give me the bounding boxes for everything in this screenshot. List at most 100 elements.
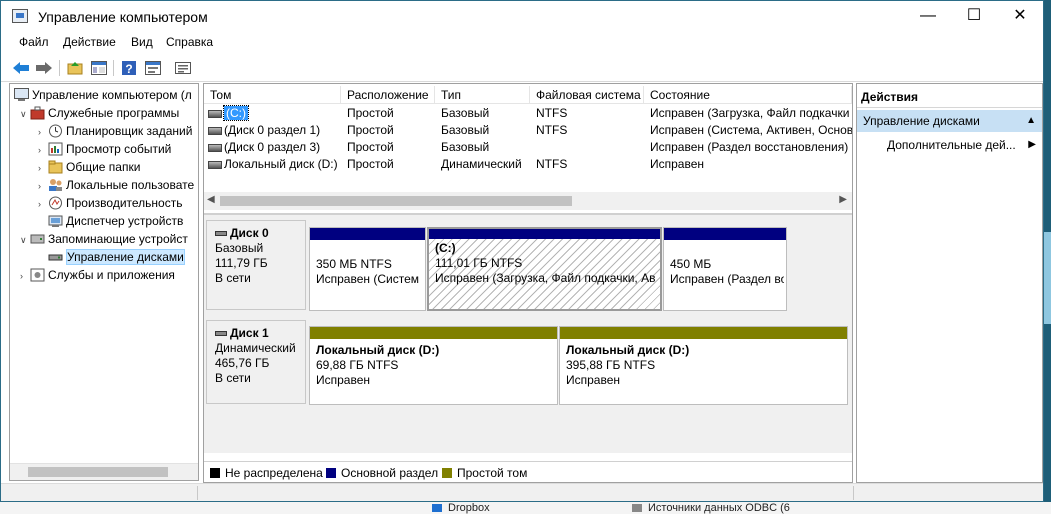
chevron-right-icon[interactable]: › [38,141,48,159]
status-divider [853,486,854,500]
tree-item-services-apps[interactable]: › Службы и приложения [20,266,175,284]
volume-row[interactable]: (Диск 0 раздел 3) Простой Базовый Исправ… [204,139,852,156]
odbc-shortcut[interactable]: Источники данных ODBC (6 [632,502,812,514]
menu-help[interactable]: Справка [166,35,213,49]
volume-status: Исправен (Система, Активен, Основ [650,123,852,137]
properties-icon[interactable] [143,58,163,78]
scroll-right-icon[interactable]: ▶ [839,194,847,205]
volume-icon [208,143,222,152]
disk-1-partition-2[interactable]: Локальный диск (D:) 395,88 ГБ NTFS Испра… [559,326,848,405]
title-bar[interactable]: Управление компьютером — ☐ ✕ [1,1,1043,32]
primary-partition-bar [664,228,786,240]
device-manager-icon [48,214,63,228]
tree-item-root[interactable]: Управление компьютером (л [14,86,192,104]
tree-item-event-viewer[interactable]: › Просмотр событий [38,140,171,158]
chevron-right-icon[interactable]: › [38,195,48,213]
actions-pane: Действия Управление дисками ▲ Дополнител… [856,83,1043,483]
volume-status: Исправен (Загрузка, Файл подкачки [650,106,850,120]
disk-0-partition-3[interactable]: 450 МБ Исправен (Раздел во [663,227,787,311]
tree-item-storage[interactable]: ∨ Запоминающие устройст [20,230,188,248]
more-actions-item[interactable]: Дополнительные дей... ▶ [857,135,1042,155]
chevron-down-icon[interactable]: ∨ [20,105,30,123]
tree-item-performance[interactable]: › Производительность [38,194,182,212]
menu-view[interactable]: Вид [131,35,153,49]
disk-1-label[interactable]: Диск 1 Динамический 465,76 ГБ В сети [206,320,306,404]
disk-1-partition-1[interactable]: Локальный диск (D:) 69,88 ГБ NTFS Исправ… [309,326,558,405]
disk-management-icon [48,250,63,264]
dropbox-shortcut[interactable]: Dropbox [432,502,522,514]
volume-layout: Простой [347,157,394,171]
toolbox-icon [30,106,45,120]
menu-file[interactable]: Файл [19,35,49,49]
tree-item-shared-folders[interactable]: › Общие папки [38,158,140,176]
column-file-system[interactable]: Файловая система [530,86,644,104]
primary-partition-bar [310,228,425,240]
back-icon[interactable] [11,58,31,78]
status-divider [197,486,198,500]
desktop-background [1044,0,1051,514]
computer-management-icon [12,9,28,23]
scroll-thumb[interactable] [220,196,572,206]
volume-type: Динамический [441,157,522,171]
tree-horizontal-scrollbar[interactable] [10,463,198,480]
export-list-icon[interactable] [173,58,193,78]
menu-action[interactable]: Действие [63,35,116,49]
disk-icon [215,331,227,337]
volume-row[interactable]: Локальный диск (D:) Простой Динамический… [204,156,852,173]
chevron-right-icon[interactable]: › [38,159,48,177]
legend-swatch [442,467,452,478]
volume-status: Исправен (Раздел восстановления) [650,140,849,154]
chevron-right-icon[interactable]: › [38,177,48,195]
help-icon[interactable]: ? [119,58,139,78]
minimize-button[interactable]: — [905,1,951,32]
column-layout[interactable]: Расположение [341,86,435,104]
submenu-arrow-icon: ▶ [1028,139,1036,150]
menu-bar: Файл Действие Вид Справка [1,32,1043,54]
maximize-button[interactable]: ☐ [951,1,997,32]
disk-0-partition-1[interactable]: 350 МБ NTFS Исправен (Систем [309,227,426,311]
legend-swatch [326,467,336,478]
shared-folder-icon [48,160,63,174]
column-volume[interactable]: Том [204,86,341,104]
column-status[interactable]: Состояние [644,86,852,104]
status-bar [1,483,1043,501]
chevron-right-icon[interactable]: › [20,267,30,285]
svg-text:?: ? [125,62,132,76]
scroll-thumb[interactable] [28,467,168,477]
show-hide-tree-icon[interactable] [89,58,109,78]
chevron-down-icon[interactable]: ∨ [20,231,30,249]
clock-icon [48,124,63,138]
collapse-up-icon[interactable]: ▲ [1026,110,1036,132]
tree-item-system-tools[interactable]: ∨ Служебные программы [20,104,179,122]
actions-title: Действия [857,86,1042,108]
toolbar-separator [113,60,114,76]
users-icon [48,178,63,192]
volume-icon [208,109,222,118]
legend-simple: Простой том [442,466,527,480]
volume-layout: Простой [347,106,394,120]
tree-item-local-users[interactable]: › Локальные пользовате [38,176,194,194]
storage-icon [30,232,45,246]
forward-icon[interactable] [34,58,54,78]
disk-0-label[interactable]: Диск 0 Базовый 111,79 ГБ В сети [206,220,306,310]
close-button[interactable]: ✕ [997,1,1043,32]
volume-list-horizontal-scrollbar[interactable]: ◀ ▶ [204,192,852,210]
volume-name: (Диск 0 раздел 1) [224,123,321,137]
volume-row[interactable]: (C:) Простой Базовый NTFS Исправен (Загр… [204,105,852,122]
window-title: Управление компьютером [38,9,208,25]
tree-item-task-scheduler[interactable]: › Планировщик заданий [38,122,192,140]
actions-section-disk-management[interactable]: Управление дисками ▲ [857,110,1042,132]
column-type[interactable]: Тип [435,86,530,104]
tree-item-disk-management[interactable]: Управление дисками [48,248,185,266]
volume-fs [536,139,644,156]
volume-type: Базовый [441,106,490,120]
up-folder-icon[interactable] [65,58,85,78]
scroll-left-icon[interactable]: ◀ [207,194,215,205]
volume-row[interactable]: (Диск 0 раздел 1) Простой Базовый NTFS И… [204,122,852,139]
disk-0-partition-c[interactable]: (C:) 111,01 ГБ NTFS Исправен (Загрузка, … [427,227,662,311]
computer-management-window: Управление компьютером — ☐ ✕ Файл Действ… [0,0,1044,502]
volume-layout: Простой [347,140,394,154]
disk-graphical-view: Диск 0 Базовый 111,79 ГБ В сети 350 МБ N… [204,213,852,453]
tree-item-device-manager[interactable]: Диспетчер устройств [48,212,183,230]
chevron-right-icon[interactable]: › [38,123,48,141]
